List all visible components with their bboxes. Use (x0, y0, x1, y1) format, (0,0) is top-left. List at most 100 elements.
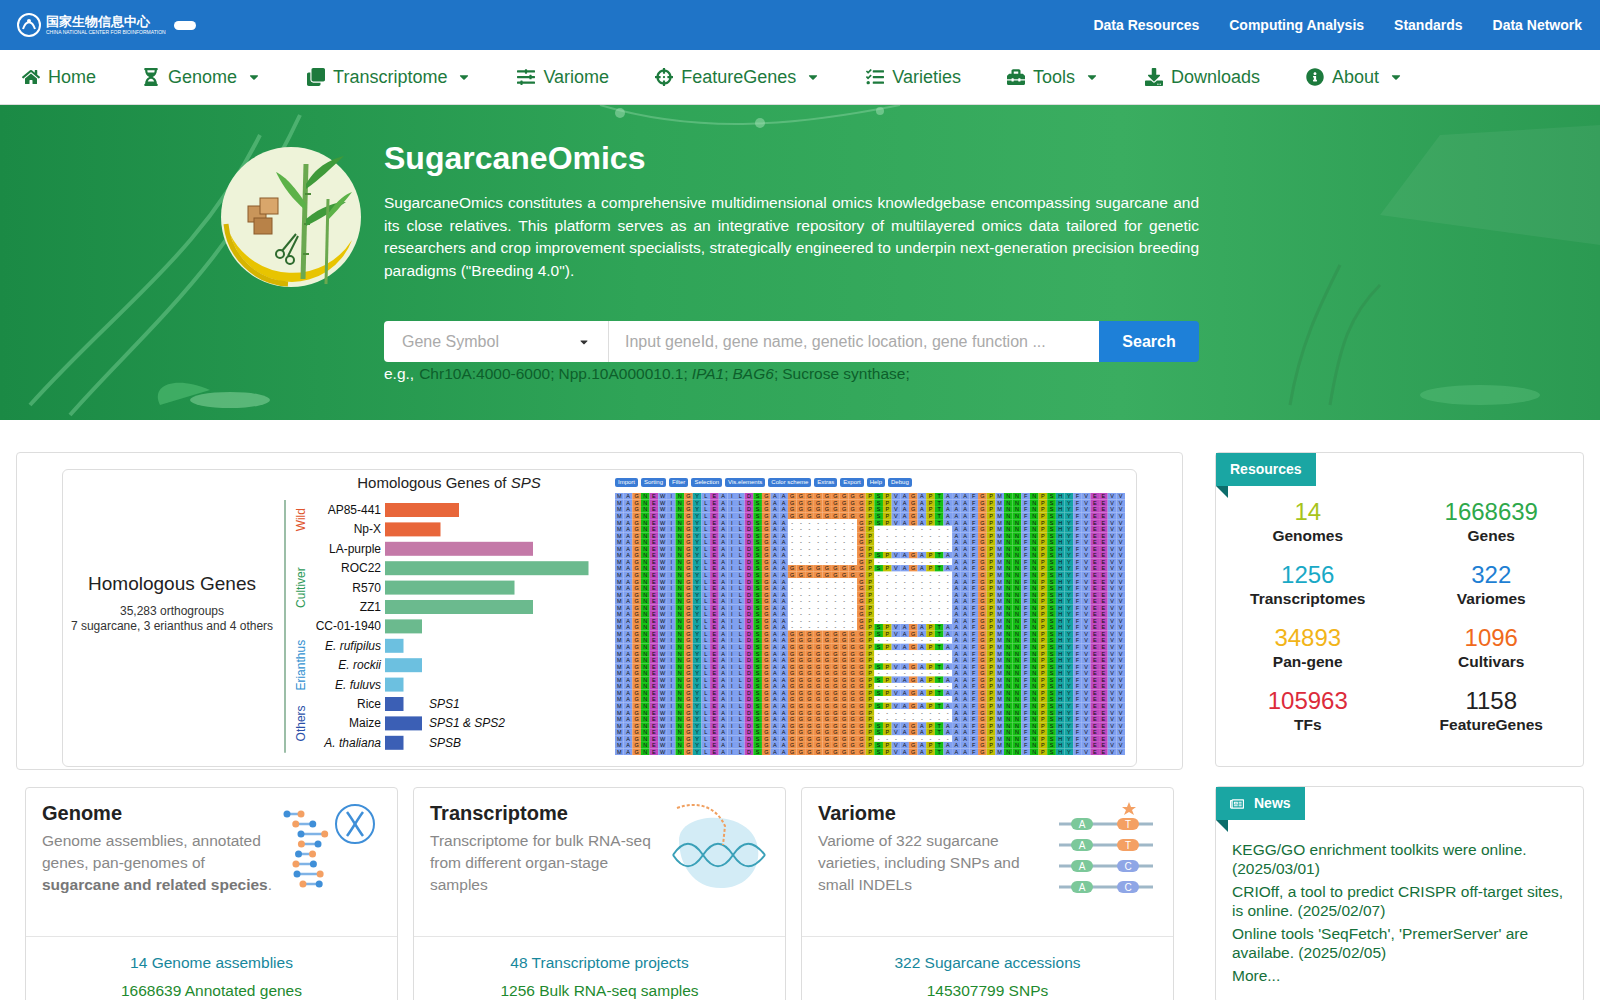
nav-item[interactable]: Genome (142, 64, 261, 91)
svg-text:E: E (1102, 526, 1106, 532)
svg-text:H: H (1058, 539, 1062, 545)
resource-stat[interactable]: 14Genomes (1216, 498, 1400, 546)
svg-text:-: - (835, 559, 837, 565)
alignment-row: MAGNEWINGYLEAILDSGAAGGGGGGGGGP---------A… (615, 696, 1125, 703)
svg-text:P: P (1041, 552, 1045, 558)
module-title[interactable]: Variome (818, 800, 1049, 826)
resource-stat[interactable]: 1158FeatureGenes (1400, 687, 1584, 735)
news-item[interactable]: CRIOff, a tool to predict CRISPR off-tar… (1232, 882, 1567, 920)
nav-item[interactable]: Variome (517, 64, 609, 91)
svg-text:V: V (894, 513, 898, 519)
search-button[interactable]: Search (1099, 321, 1199, 362)
resource-stat[interactable]: 1256Transcriptomes (1216, 561, 1400, 609)
svg-text:V: V (1119, 585, 1123, 591)
example-link[interactable]: Sucrose synthase (782, 364, 905, 384)
transcriptome-rna-icon (669, 800, 769, 900)
svg-text:G: G (980, 520, 984, 526)
svg-text:A: A (773, 552, 777, 558)
module-title[interactable]: Transcriptome (430, 800, 661, 826)
module-link[interactable]: 322 Sugarcane accessions (894, 949, 1080, 977)
search-type-select[interactable]: Gene Symbol (384, 321, 609, 362)
svg-text:R570: R570 (352, 581, 381, 595)
svg-text:A: A (782, 539, 786, 545)
example-link[interactable]: Chr10A:4000-6000 (419, 364, 550, 384)
module-link[interactable]: 145307799 SNPs (927, 977, 1049, 1000)
svg-text:N: N (1006, 559, 1010, 565)
svg-text:D: D (747, 546, 751, 552)
svg-text:N: N (678, 585, 682, 591)
nav-item[interactable]: Downloads (1145, 64, 1260, 91)
nav-item[interactable]: About (1306, 64, 1403, 91)
top-link[interactable]: Standards (1394, 15, 1462, 36)
svg-text:AP85-441: AP85-441 (328, 503, 382, 517)
resource-stat[interactable]: 105963TFs (1216, 687, 1400, 735)
svg-text:A: A (626, 592, 630, 598)
module-link[interactable]: 48 Transcriptome projects (510, 949, 688, 977)
svg-text:H: H (1058, 585, 1062, 591)
module-link[interactable]: 1668639 Annotated genes (121, 977, 302, 1000)
nav-item[interactable]: Transcriptome (307, 64, 471, 91)
example-link[interactable]: IPA1 (692, 364, 724, 384)
module-title[interactable]: Genome (42, 800, 273, 826)
news-item[interactable]: KEGG/GO enrichment toolkits were online.… (1232, 840, 1567, 878)
svg-text:E: E (1093, 559, 1097, 565)
svg-text:-: - (930, 559, 932, 565)
svg-text:A: A (782, 513, 786, 519)
top-link[interactable]: Data Network (1493, 15, 1582, 36)
svg-text:E: E (652, 565, 656, 571)
chart-bar: A. thalianaSPSB (323, 736, 461, 750)
alignment-toolbar-button[interactable]: Import (615, 478, 638, 487)
svg-text:-: - (817, 579, 819, 585)
svg-text:E: E (1102, 520, 1106, 526)
svg-text:N: N (678, 506, 682, 512)
alignment-toolbar-button[interactable]: Export (840, 478, 863, 487)
svg-text:E: E (1102, 565, 1106, 571)
nav-item[interactable]: Varieties (866, 64, 961, 91)
example-link[interactable]: BAG6 (733, 364, 774, 384)
alignment-toolbar-button[interactable]: Vis.elements (725, 478, 765, 487)
resource-stat[interactable]: 322Variomes (1400, 561, 1584, 609)
module-link[interactable]: 14 Genome assemblies (130, 949, 293, 977)
resource-stat[interactable]: 34893Pan-gene (1216, 624, 1400, 672)
search-input[interactable] (609, 321, 1099, 362)
svg-text:N: N (643, 572, 647, 578)
svg-text:P: P (929, 500, 933, 506)
svg-text:Y: Y (695, 572, 699, 578)
alignment-toolbar-button[interactable]: Extras (814, 478, 837, 487)
search-examples: e.g.,Chr10A:4000-6000;Npp.10A000010.1;IP… (384, 364, 1199, 384)
alignment-toolbar-button[interactable]: Help (867, 478, 885, 487)
news-item[interactable]: Online tools 'SeqFetch', 'PremerServer' … (1232, 924, 1567, 962)
svg-text:Y: Y (695, 559, 699, 565)
alignment-toolbar-button[interactable]: Debug (888, 478, 912, 487)
top-link[interactable]: Data Resources (1093, 15, 1199, 36)
svg-text:G: G (807, 565, 811, 571)
svg-text:V: V (1119, 552, 1123, 558)
alignment-toolbar-button[interactable]: Color scheme (768, 478, 811, 487)
nav-item[interactable]: FeatureGenes (655, 64, 820, 91)
featured-figure[interactable]: Homologous Genes35,283 orthogroups7 suga… (62, 469, 1137, 767)
resource-stat[interactable]: 1668639Genes (1400, 498, 1584, 546)
alignment-toolbar-button[interactable]: Sorting (641, 478, 666, 487)
svg-text:L: L (739, 539, 742, 545)
svg-text:-: - (938, 526, 940, 532)
svg-text:G: G (790, 565, 794, 571)
svg-text:A: A (721, 526, 725, 532)
alignment-toolbar-button[interactable]: Filter (669, 478, 688, 487)
svg-text:S: S (1050, 565, 1054, 571)
nav-item[interactable]: Tools (1007, 64, 1099, 91)
svg-text:A: A (721, 493, 725, 499)
example-link[interactable]: Npp.10A000010.1 (558, 364, 683, 384)
svg-text:N: N (1006, 585, 1010, 591)
svg-text:E: E (652, 572, 656, 578)
chart-bar: Np-X (354, 522, 441, 536)
svg-text:L: L (704, 500, 707, 506)
svg-text:N: N (1032, 552, 1036, 558)
top-link[interactable]: Computing Analysis (1229, 15, 1364, 36)
news-more-link[interactable]: More... (1232, 966, 1567, 986)
nav-item[interactable]: Home (22, 64, 96, 91)
svg-text:-: - (826, 559, 828, 565)
resource-stat[interactable]: 1096Cultivars (1400, 624, 1584, 672)
ncbi-logo[interactable]: 国家生物信息中心CHINA NATIONAL CENTER FOR BIOINF… (16, 12, 196, 38)
module-link[interactable]: 1256 Bulk RNA-seq samples (500, 977, 698, 1000)
alignment-toolbar-button[interactable]: Selection (691, 478, 722, 487)
